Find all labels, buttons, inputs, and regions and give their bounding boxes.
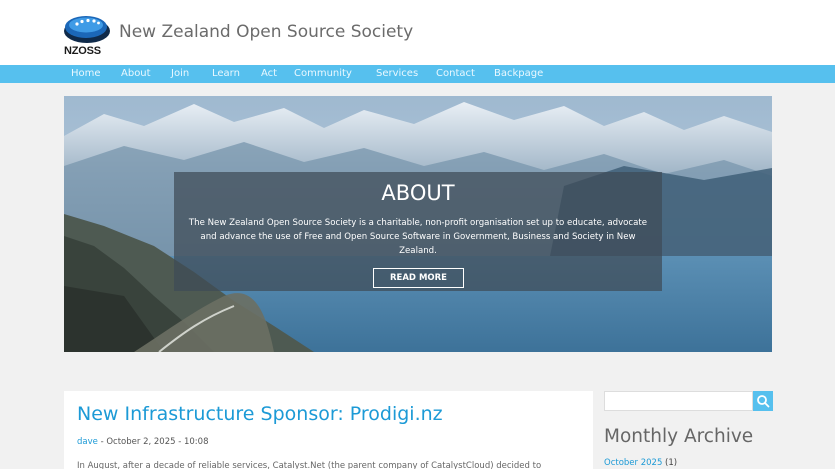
search-icon	[757, 395, 770, 408]
logo-disc-icon	[64, 16, 110, 43]
nav-item-about[interactable]: About	[121, 68, 151, 79]
hero-text: The New Zealand Open Source Society is a…	[188, 218, 648, 256]
nzoss-logo[interactable]: NZOSS	[62, 10, 112, 58]
blog-post-card: New Infrastructure Sponsor: Prodigi.nz d…	[64, 391, 593, 469]
archive-month-link[interactable]: October 2025	[604, 458, 662, 468]
nav-item-join[interactable]: Join	[171, 68, 189, 79]
monthly-archive-heading: Monthly Archive	[604, 426, 754, 447]
post-meta: dave - October 2, 2025 - 10:08	[77, 437, 208, 447]
nav-item-community[interactable]: Community	[294, 68, 352, 79]
logo-text: NZOSS	[64, 45, 101, 57]
post-date: - October 2, 2025 - 10:08	[97, 437, 209, 447]
site-header: NZOSS New Zealand Open Source Society	[0, 0, 835, 65]
search-input[interactable]	[604, 391, 753, 411]
main-nav: Home About Join Learn Act Community Serv…	[0, 65, 835, 83]
search-button[interactable]	[753, 391, 773, 411]
nav-item-act[interactable]: Act	[261, 68, 277, 79]
nav-item-home[interactable]: Home	[71, 68, 101, 79]
site-title[interactable]: New Zealand Open Source Society	[119, 22, 413, 42]
nav-item-contact[interactable]: Contact	[436, 68, 475, 79]
nav-item-services[interactable]: Services	[376, 68, 418, 79]
post-excerpt: In August, after a decade of reliable se…	[77, 461, 542, 469]
nav-item-backpage[interactable]: Backpage	[494, 68, 543, 79]
post-author-link[interactable]: dave	[77, 437, 98, 447]
archive-count: (1)	[662, 458, 678, 468]
post-title-link[interactable]: New Infrastructure Sponsor: Prodigi.nz	[77, 403, 443, 425]
read-more-button[interactable]: READ MORE	[373, 268, 464, 288]
nav-item-learn[interactable]: Learn	[212, 68, 240, 79]
hero-title: ABOUT	[381, 181, 455, 205]
archive-item: October 2025 (1)	[604, 458, 677, 468]
hero-overlay: ABOUT The New Zealand Open Source Societ…	[174, 172, 662, 291]
